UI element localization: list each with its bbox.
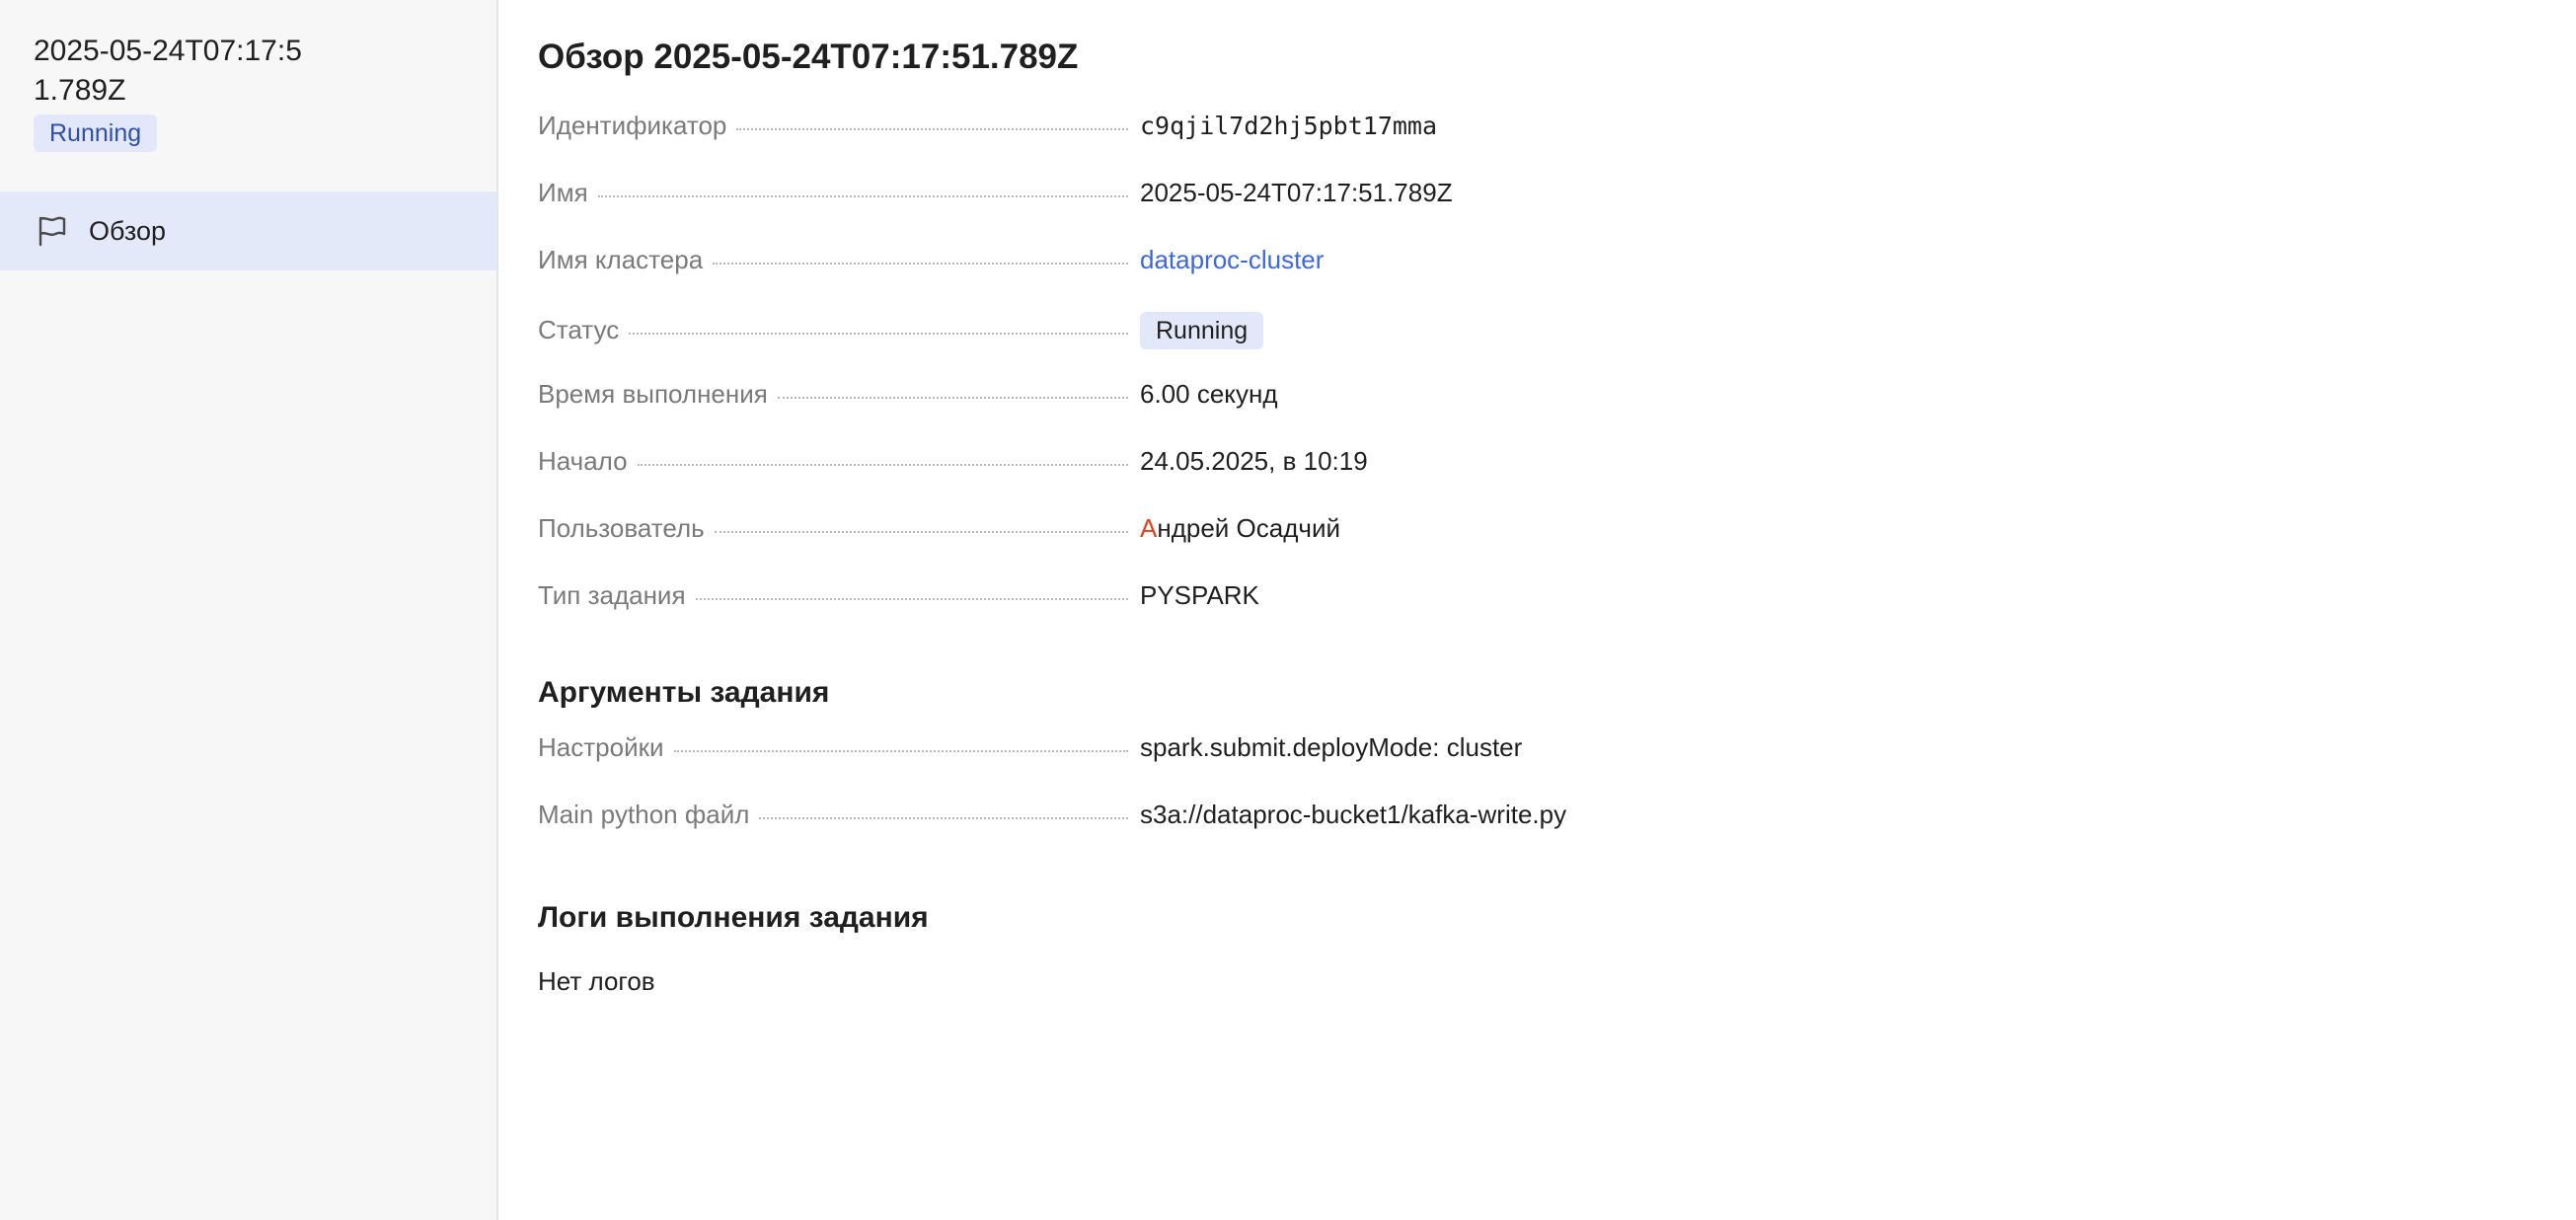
dotted-leader (736, 128, 1128, 130)
dotted-leader (673, 750, 1128, 752)
sidebar: 2025-05-24T07:17:51.789Z Running Обзор (0, 0, 498, 1220)
user-name-rest: ндрей Осадчий (1157, 513, 1340, 543)
main-python-file-value: s3a://dataproc-bucket1/kafka-write.py (1140, 800, 1567, 829)
property-label: Имя (538, 178, 1128, 208)
property-label-text: Время выполнения (538, 379, 768, 409)
property-label: Настройки (538, 732, 1128, 763)
sidebar-header: 2025-05-24T07:17:51.789Z Running (0, 0, 496, 160)
property-label-text: Тип задания (538, 580, 686, 610)
settings-value: spark.submit.deployMode: cluster (1140, 732, 1523, 762)
property-row-name: Имя 2025-05-24T07:17:51.789Z (538, 178, 1624, 245)
property-label: Время выполнения (538, 379, 1128, 410)
property-row-main-python: Main python файл s3a://dataproc-bucket1/… (538, 800, 1624, 867)
property-label-text: Идентификатор (538, 111, 727, 140)
property-label-text: Начало (538, 446, 628, 476)
property-row-duration: Время выполнения 6.00 секунд (538, 379, 1624, 446)
property-row-cluster: Имя кластера dataproc-cluster (538, 245, 1624, 312)
property-label: Main python файл (538, 800, 1128, 830)
property-label: Имя кластера (538, 245, 1128, 275)
dotted-leader (629, 333, 1128, 335)
dotted-leader (777, 397, 1128, 399)
property-label: Статус (538, 315, 1128, 345)
property-label-text: Пользователь (538, 513, 705, 543)
user-initial: А (1140, 513, 1158, 543)
property-label-text: Настройки (538, 732, 664, 762)
property-row-settings: Настройки spark.submit.deployMode: clust… (538, 732, 1624, 800)
dotted-leader (759, 817, 1128, 819)
job-arguments: Настройки spark.submit.deployMode: clust… (538, 732, 1624, 867)
sidebar-title: 2025-05-24T07:17:51.789Z (34, 35, 302, 107)
property-row-status: Статус Running (538, 312, 1624, 379)
cluster-link[interactable]: dataproc-cluster (1140, 245, 1324, 275)
dotted-leader (637, 464, 1128, 466)
start-time-value: 24.05.2025, в 10:19 (1140, 446, 1368, 476)
property-label: Идентификатор (538, 111, 1128, 141)
section-title-job-logs: Логи выполнения задания (538, 901, 929, 934)
empty-logs-message: Нет логов (538, 966, 655, 996)
dotted-leader (695, 598, 1128, 600)
property-label: Тип задания (538, 580, 1128, 611)
sidebar-item-label: Обзор (89, 215, 166, 246)
section-title-job-arguments: Аргументы задания (538, 676, 830, 709)
property-row-start: Начало 24.05.2025, в 10:19 (538, 446, 1624, 513)
property-row-job-type: Тип задания PYSPARK (538, 580, 1624, 648)
sidebar-item-overview[interactable]: Обзор (0, 191, 496, 270)
job-id-value: c9qjil7d2hj5pbt17mma (1140, 112, 1438, 140)
flag-icon (36, 214, 69, 248)
status-badge: Running (1140, 312, 1264, 349)
page-title: Обзор 2025-05-24T07:17:51.789Z (538, 38, 1079, 76)
property-label-text: Имя (538, 178, 588, 207)
property-label-text: Main python файл (538, 800, 750, 829)
job-name-value: 2025-05-24T07:17:51.789Z (1140, 178, 1453, 207)
app-root: 2025-05-24T07:17:51.789Z Running Обзор О… (0, 0, 2576, 1220)
job-type-value: PYSPARK (1140, 580, 1259, 610)
main-content: Обзор 2025-05-24T07:17:51.789Z Идентифик… (498, 0, 2576, 1220)
property-label-text: Статус (538, 315, 620, 344)
dotted-leader (714, 531, 1128, 533)
property-label-text: Имя кластера (538, 245, 704, 274)
property-label: Начало (538, 446, 1128, 477)
property-row-id: Идентификатор c9qjil7d2hj5pbt17mma (538, 111, 1624, 178)
dotted-leader (713, 263, 1128, 265)
duration-value: 6.00 секунд (1140, 379, 1278, 409)
user-value: Андрей Осадчий (1140, 513, 1340, 544)
property-row-user: Пользователь Андрей Осадчий (538, 513, 1624, 580)
property-label: Пользователь (538, 513, 1128, 544)
overview-properties: Идентификатор c9qjil7d2hj5pbt17mma Имя 2… (538, 111, 1624, 648)
status-badge: Running (34, 114, 158, 152)
dotted-leader (597, 195, 1128, 197)
sidebar-nav: Обзор (0, 191, 496, 270)
